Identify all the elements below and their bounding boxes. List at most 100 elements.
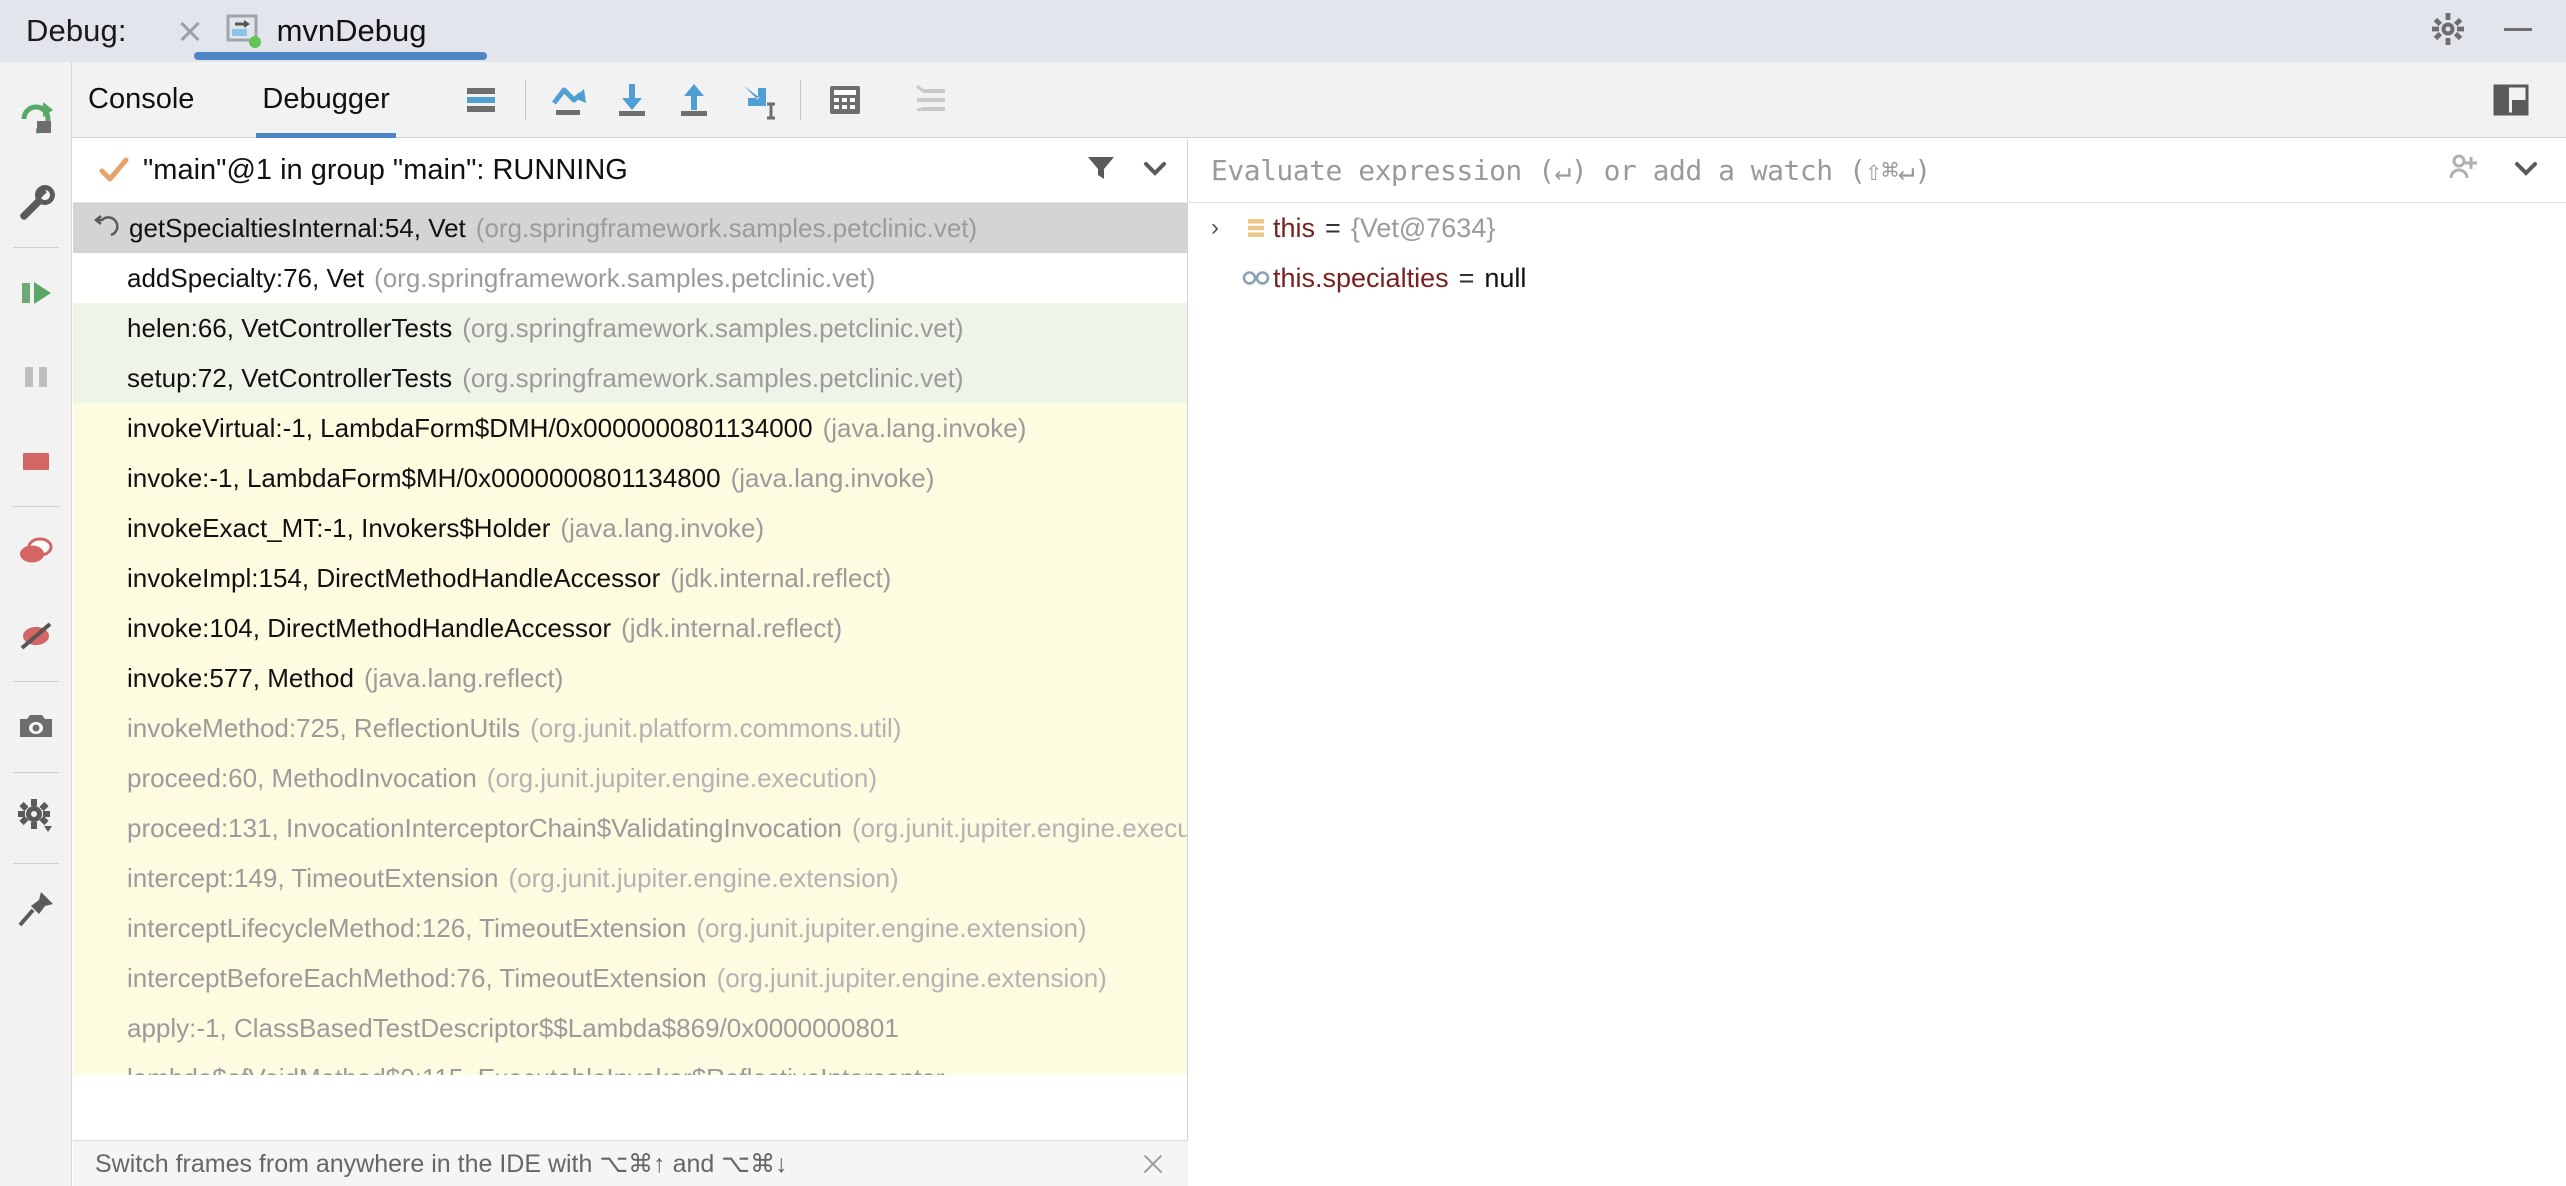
thread-selector-row[interactable]: "main"@1 in group "main": RUNNING [73, 139, 1187, 203]
frame-package: (org.junit.platform.commons.util) [530, 712, 902, 743]
watch-glasses-icon [1239, 265, 1273, 291]
call-stack-list[interactable]: getSpecialtiesInternal:54, Vet (org.sprin… [73, 203, 1187, 1075]
table-row[interactable]: invokeExact_MT:-1, Invokers$Holder (java.… [73, 503, 1187, 553]
divider [524, 79, 526, 120]
wrench-icon [19, 184, 55, 220]
close-icon[interactable] [1140, 1151, 1166, 1177]
divider [12, 681, 59, 682]
frame-package: (org.junit.jupiter.engine.extension) [716, 962, 1107, 993]
table-row[interactable]: proceed:131, InvocationInterceptorChain$… [73, 803, 1187, 853]
debug-label: Debug: [26, 13, 127, 48]
view-breakpoints-button[interactable] [0, 510, 72, 594]
step-over-button[interactable] [539, 69, 601, 131]
equals-sign: = [1325, 212, 1341, 243]
frame-signature: setup:72, VetControllerTests [127, 362, 453, 393]
tab-debugger[interactable]: Debugger [246, 62, 405, 138]
variable-name: this [1273, 212, 1316, 243]
step-into-button[interactable] [601, 69, 663, 131]
mute-breakpoints-icon [20, 622, 51, 650]
tab-debugger-label: Debugger [262, 83, 390, 115]
table-row[interactable]: interceptBeforeEachMethod:76, TimeoutExt… [73, 953, 1187, 1003]
resume-program-button[interactable] [0, 251, 72, 335]
force-step-into-button[interactable] [725, 69, 787, 131]
chevron-down-icon[interactable] [1139, 152, 1171, 189]
layout-settings-icon [2493, 84, 2529, 115]
step-out-button[interactable] [663, 69, 725, 131]
list-item[interactable]: this.specialties = null [1189, 253, 2566, 303]
frame-package: (org.junit.jupiter.engine.extension) [696, 912, 1087, 943]
table-row[interactable]: invokeImpl:154, DirectMethodHandleAccess… [73, 553, 1187, 603]
close-icon[interactable] [175, 16, 205, 46]
minimize-icon[interactable] [2500, 11, 2536, 52]
table-row[interactable]: apply:-1, ClassBasedTestDescriptor$$Lamb… [73, 1003, 1187, 1053]
frame-package: (org.springframework.samples.petclinic.v… [374, 262, 876, 293]
table-row[interactable]: invoke:-1, LambdaForm$MH/0x0000000801134… [73, 453, 1187, 503]
table-row[interactable]: lambda$ofVoidMethod$0:115, ExecutableInv… [73, 1053, 1187, 1075]
settings-list-button[interactable] [900, 69, 962, 131]
frame-signature: interceptLifecycleMethod:126, TimeoutExt… [127, 912, 687, 943]
add-watch-icon[interactable] [2448, 151, 2482, 190]
table-row[interactable]: proceed:60, MethodInvocation (org.junit.j… [73, 753, 1187, 803]
rerun-icon [21, 102, 53, 134]
frame-package: (org.springframework.samples.petclinic.v… [462, 362, 964, 393]
show-execution-point-button[interactable] [450, 69, 512, 131]
evaluate-expression-row[interactable]: Evaluate expression (↵) or add a watch (… [1189, 139, 2566, 203]
run-configuration-name[interactable]: mvnDebug [277, 13, 427, 49]
frame-package: (jdk.internal.reflect) [621, 612, 843, 643]
frame-signature: invoke:104, DirectMethodHandleAccessor [127, 612, 612, 643]
table-row[interactable]: intercept:149, TimeoutExtension (org.juni… [73, 853, 1187, 903]
return-arrow-icon [89, 213, 119, 244]
pause-program-button[interactable] [0, 335, 72, 419]
table-row[interactable]: setup:72, VetControllerTests (org.springf… [73, 353, 1187, 403]
run-configuration-icon [223, 11, 263, 51]
pin-icon [17, 892, 53, 927]
stop-icon [22, 453, 49, 470]
table-row[interactable]: invokeVirtual:-1, LambdaForm$DMH/0x00000… [73, 403, 1187, 453]
evaluate-expression-input[interactable]: Evaluate expression (↵) or add a watch (… [1211, 154, 1931, 187]
frame-package: (org.springframework.samples.petclinic.v… [462, 312, 964, 343]
window-title-bar: Debug: mvnDebug [0, 0, 2566, 62]
chevron-down-icon[interactable] [2510, 152, 2542, 189]
rerun-button[interactable] [0, 76, 72, 160]
funnel-icon[interactable] [1085, 152, 1117, 189]
evaluate-expression-button[interactable] [814, 69, 876, 131]
thread-name: "main"@1 in group "main": RUNNING [143, 154, 628, 186]
watch-actions [2448, 151, 2542, 190]
divider [12, 772, 59, 773]
layout-settings-button[interactable] [2480, 69, 2542, 131]
frame-package: (java.lang.reflect) [363, 662, 564, 693]
frame-signature: invokeImpl:154, DirectMethodHandleAccess… [127, 562, 661, 593]
table-row[interactable]: addSpecialty:76, Vet (org.springframework… [73, 253, 1187, 303]
frame-package: (org.junit.jupiter.engine.execution) [852, 812, 1187, 843]
gear-dropdown-icon [17, 799, 52, 832]
variables-list[interactable]: › this = {Vet@7634} this.specialties = null [1189, 203, 2566, 303]
stop-button[interactable] [0, 419, 72, 503]
table-row[interactable]: invoke:104, DirectMethodHandleAccessor (j… [73, 603, 1187, 653]
settings-list-icon [915, 84, 945, 111]
table-row[interactable]: interceptLifecycleMethod:126, TimeoutExt… [73, 903, 1187, 953]
table-row[interactable]: invokeMethod:725, ReflectionUtils (org.ju… [73, 703, 1187, 753]
resume-icon [21, 282, 51, 304]
frames-header-actions [1085, 152, 1171, 189]
frames-panel: "main"@1 in group "main": RUNNING getSpe… [73, 139, 1188, 1140]
table-row[interactable]: getSpecialtiesInternal:54, Vet (org.sprin… [73, 203, 1187, 253]
edit-configuration-button[interactable] [0, 160, 72, 244]
debugger-toolbar: Console Debugger [72, 62, 2566, 138]
frame-signature: intercept:149, TimeoutExtension [127, 862, 499, 893]
mute-breakpoints-button[interactable] [0, 594, 72, 678]
object-field-icon [1239, 215, 1273, 241]
settings-button[interactable] [0, 776, 72, 860]
list-item[interactable]: › this = {Vet@7634} [1189, 203, 2566, 253]
table-row[interactable]: helen:66, VetControllerTests (org.springf… [73, 303, 1187, 353]
frame-signature: proceed:60, MethodInvocation [127, 762, 477, 793]
calculator-icon [829, 85, 860, 114]
tab-console[interactable]: Console [72, 62, 210, 138]
variables-panel: Evaluate expression (↵) or add a watch (… [1189, 139, 2566, 1186]
check-icon [99, 156, 129, 186]
frame-package: (org.junit.jupiter.engine.execution) [486, 762, 878, 793]
pin-button[interactable] [0, 867, 72, 951]
screenshot-button[interactable] [0, 685, 72, 769]
chevron-right-icon[interactable]: › [1211, 214, 1239, 242]
gear-icon[interactable] [2430, 11, 2466, 52]
table-row[interactable]: invoke:577, Method (java.lang.reflect) [73, 653, 1187, 703]
